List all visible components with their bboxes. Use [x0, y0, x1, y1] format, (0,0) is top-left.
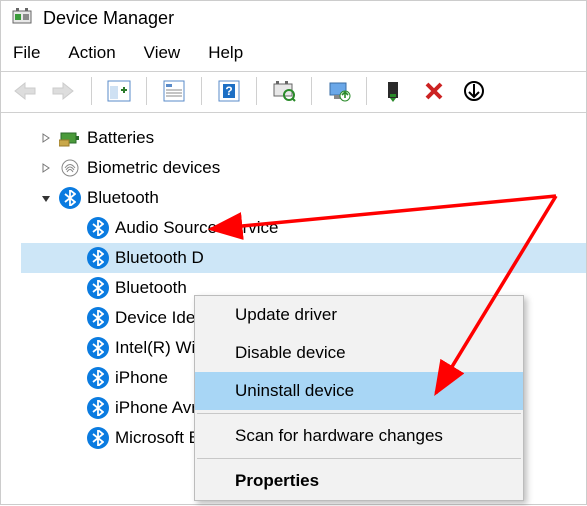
enable-device-button[interactable]	[377, 74, 411, 108]
tree-item-label: Batteries	[87, 123, 154, 153]
toolbar-separator	[256, 77, 257, 105]
tree-item-label: iPhone	[115, 363, 168, 393]
app-icon	[11, 7, 33, 29]
bluetooth-icon	[87, 307, 109, 329]
menu-separator	[197, 413, 521, 414]
tree-item-bluetooth-device-selected[interactable]: Bluetooth D	[21, 243, 586, 273]
bluetooth-icon	[87, 337, 109, 359]
update-driver-button[interactable]	[322, 74, 356, 108]
tree-item-label: iPhone Avr	[115, 393, 197, 423]
menu-file[interactable]: File	[13, 43, 40, 63]
help-button[interactable]: ?	[212, 74, 246, 108]
forward-button[interactable]	[47, 74, 81, 108]
bluetooth-icon	[87, 217, 109, 239]
properties-button[interactable]	[157, 74, 191, 108]
menu-item-properties[interactable]: Properties	[195, 462, 523, 500]
tree-item-label: Bluetooth	[87, 183, 159, 213]
tree-item-biometric[interactable]: Biometric devices	[21, 153, 586, 183]
disable-device-button[interactable]	[457, 74, 491, 108]
bluetooth-icon	[87, 247, 109, 269]
tree-item-bluetooth[interactable]: Bluetooth	[21, 183, 586, 213]
menu-view[interactable]: View	[144, 43, 181, 63]
battery-icon	[59, 127, 81, 149]
menu-bar: File Action View Help	[1, 37, 586, 71]
tree-item-label: Intel(R) Wi	[115, 333, 195, 363]
tree-item-batteries[interactable]: Batteries	[21, 123, 586, 153]
show-hide-tree-button[interactable]	[102, 74, 136, 108]
tree-item-label: Microsoft B	[115, 423, 200, 453]
tree-item-label: Bluetooth	[115, 273, 187, 303]
tree-item-label: Audio Source Service	[115, 213, 278, 243]
menu-separator	[197, 458, 521, 459]
menu-item-scan-hardware[interactable]: Scan for hardware changes	[195, 417, 523, 455]
tree-item-label: Biometric devices	[87, 153, 220, 183]
toolbar-separator	[366, 77, 367, 105]
tree-item-label: Bluetooth D	[115, 243, 204, 273]
svg-text:?: ?	[225, 84, 232, 98]
menu-item-update-driver[interactable]: Update driver	[195, 296, 523, 334]
toolbar-separator	[201, 77, 202, 105]
fingerprint-icon	[59, 157, 81, 179]
scan-hardware-button[interactable]	[267, 74, 301, 108]
bluetooth-icon	[87, 277, 109, 299]
back-button[interactable]	[7, 74, 41, 108]
expander-collapsed-icon[interactable]	[39, 131, 53, 145]
tree-item-label: Device Ide	[115, 303, 195, 333]
title-bar: Device Manager	[1, 1, 586, 37]
bluetooth-icon	[87, 427, 109, 449]
expander-expanded-icon[interactable]	[39, 191, 53, 205]
toolbar-separator	[91, 77, 92, 105]
bluetooth-icon	[87, 367, 109, 389]
menu-action[interactable]: Action	[68, 43, 115, 63]
window-title: Device Manager	[43, 8, 174, 29]
toolbar: ?	[1, 71, 586, 113]
menu-item-uninstall-device[interactable]: Uninstall device	[195, 372, 523, 410]
context-menu: Update driver Disable device Uninstall d…	[194, 295, 524, 501]
bluetooth-icon	[87, 397, 109, 419]
toolbar-separator	[311, 77, 312, 105]
menu-help[interactable]: Help	[208, 43, 243, 63]
toolbar-separator	[146, 77, 147, 105]
tree-item-audio-source[interactable]: Audio Source Service	[21, 213, 586, 243]
menu-item-disable-device[interactable]: Disable device	[195, 334, 523, 372]
uninstall-device-button[interactable]	[417, 74, 451, 108]
bluetooth-icon	[59, 187, 81, 209]
expander-collapsed-icon[interactable]	[39, 161, 53, 175]
